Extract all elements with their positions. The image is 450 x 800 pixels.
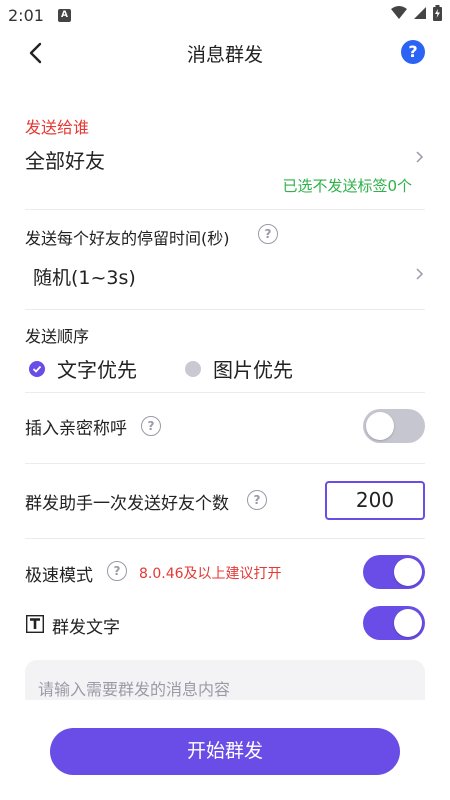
status-icons <box>391 5 442 21</box>
divider <box>25 309 425 310</box>
divider <box>25 463 425 464</box>
stay-time-help-icon[interactable]: ? <box>258 224 278 244</box>
notification-badge: A <box>58 9 71 22</box>
battery-icon <box>433 5 442 21</box>
header: 消息群发 ? <box>0 30 450 76</box>
group-text-label: 群发文字 <box>52 618 120 638</box>
toggle-knob <box>394 609 422 637</box>
batch-count-input[interactable]: 200 <box>325 481 425 520</box>
toggle-knob <box>366 412 394 440</box>
toggle-knob <box>394 558 422 586</box>
chevron-right-icon[interactable] <box>414 151 426 163</box>
speed-mode-label: 极速模式 <box>25 566 93 586</box>
signal-icon <box>414 7 426 19</box>
divider <box>25 392 425 393</box>
group-text-toggle[interactable] <box>363 606 425 640</box>
speed-mode-help-icon[interactable]: ? <box>107 561 127 581</box>
radio-label: 文字优先 <box>57 358 137 382</box>
speed-mode-toggle[interactable] <box>363 555 425 589</box>
radio-label: 图片优先 <box>213 358 293 382</box>
start-broadcast-button[interactable]: 开始群发 <box>50 728 400 775</box>
send-to-value[interactable]: 全部好友 <box>25 145 105 174</box>
insert-nickname-label: 插入亲密称呼 <box>25 419 127 439</box>
status-bar: 2:01 A <box>0 0 450 30</box>
tag-status[interactable]: 已选不发送标签0个 <box>282 175 412 196</box>
message-placeholder: 请输入需要群发的消息内容 <box>38 680 231 699</box>
insert-nickname-toggle[interactable] <box>363 409 425 443</box>
text-format-icon <box>26 615 44 633</box>
chevron-right-icon[interactable] <box>414 268 426 280</box>
divider <box>25 538 425 539</box>
radio-image-first[interactable]: 图片优先 <box>185 354 293 383</box>
batch-count-label: 群发助手一次发送好友个数 <box>25 494 229 514</box>
speed-mode-hint: 8.0.46及以上建议打开 <box>139 566 282 582</box>
radio-unchecked-icon <box>185 360 201 377</box>
wifi-icon <box>391 6 407 19</box>
divider <box>25 209 425 210</box>
stay-time-value[interactable]: 随机(1~3s) <box>33 263 136 290</box>
batch-count-help-icon[interactable]: ? <box>247 490 267 510</box>
radio-text-first[interactable]: 文字优先 <box>29 354 137 383</box>
page-title: 消息群发 <box>186 44 263 66</box>
stay-time-label: 发送每个好友的停留时间(秒) <box>25 229 230 248</box>
radio-checked-icon <box>29 360 45 377</box>
status-time: 2:01 <box>8 6 44 25</box>
help-button[interactable]: ? <box>401 40 425 64</box>
send-order-label: 发送顺序 <box>25 327 90 346</box>
send-to-label: 发送给谁 <box>25 118 90 137</box>
insert-nickname-help-icon[interactable]: ? <box>141 416 161 436</box>
